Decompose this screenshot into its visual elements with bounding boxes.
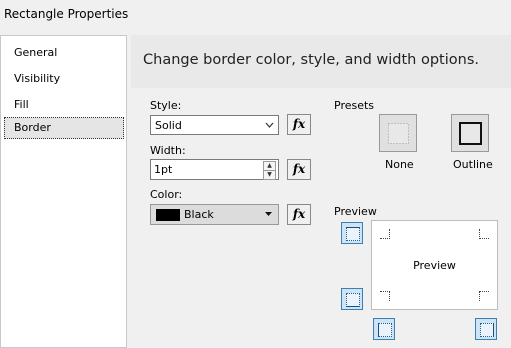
caret-down-icon bbox=[264, 209, 273, 222]
style-label: Style: bbox=[150, 99, 182, 112]
preset-outline-label: Outline bbox=[453, 158, 493, 171]
color-swatch bbox=[156, 209, 180, 221]
preview-area: Preview bbox=[371, 220, 498, 310]
preview-corner-mark bbox=[380, 291, 390, 301]
width-expression-button[interactable]: fx bbox=[287, 159, 311, 180]
width-value: 1pt bbox=[154, 163, 173, 176]
nav-item-fill[interactable]: Fill bbox=[4, 94, 124, 116]
presets-label: Presets bbox=[334, 99, 375, 112]
spin-down-icon[interactable]: ▼ bbox=[263, 170, 276, 180]
preview-corner-mark bbox=[479, 229, 489, 239]
right-border-toggle[interactable] bbox=[475, 318, 497, 340]
left-border-icon bbox=[378, 323, 392, 337]
width-label: Width: bbox=[150, 144, 186, 157]
style-dropdown[interactable]: Solid bbox=[150, 115, 279, 135]
fx-icon: fx bbox=[292, 207, 306, 221]
preview-corner-mark bbox=[479, 291, 489, 301]
color-label: Color: bbox=[150, 188, 183, 201]
header-description: Change border color, style, and width op… bbox=[143, 52, 479, 68]
width-spinner[interactable]: 1pt ▲ ▼ bbox=[150, 159, 279, 180]
left-border-toggle[interactable] bbox=[373, 318, 395, 340]
window-title: Rectangle Properties bbox=[4, 7, 129, 21]
color-expression-button[interactable]: fx bbox=[287, 204, 311, 225]
top-border-icon bbox=[346, 227, 360, 241]
preset-none-button[interactable] bbox=[379, 114, 417, 152]
bottom-border-icon bbox=[346, 293, 360, 307]
preset-outline-button[interactable] bbox=[451, 114, 489, 152]
page-header: Change border color, style, and width op… bbox=[131, 35, 511, 88]
preview-corner-mark bbox=[380, 229, 390, 239]
nav-item-border[interactable]: Border bbox=[4, 117, 124, 139]
top-border-toggle[interactable] bbox=[341, 222, 363, 244]
style-expression-button[interactable]: fx bbox=[287, 114, 311, 135]
fx-icon: fx bbox=[292, 162, 306, 176]
chevron-down-icon bbox=[265, 118, 274, 135]
preview-text: Preview bbox=[413, 259, 456, 272]
no-border-icon bbox=[388, 123, 409, 144]
nav-item-visibility[interactable]: Visibility bbox=[4, 68, 124, 90]
style-value: Solid bbox=[155, 119, 182, 132]
color-dropdown[interactable]: Black bbox=[150, 204, 279, 225]
outline-border-icon bbox=[459, 122, 482, 145]
nav-panel: General Visibility Fill Border bbox=[0, 35, 127, 348]
right-border-icon bbox=[480, 323, 494, 337]
color-value: Black bbox=[184, 208, 214, 221]
nav-item-general[interactable]: General bbox=[4, 42, 124, 64]
fx-icon: fx bbox=[292, 117, 306, 131]
bottom-border-toggle[interactable] bbox=[341, 288, 363, 310]
preview-label: Preview bbox=[334, 205, 377, 218]
preset-none-label: None bbox=[385, 158, 414, 171]
